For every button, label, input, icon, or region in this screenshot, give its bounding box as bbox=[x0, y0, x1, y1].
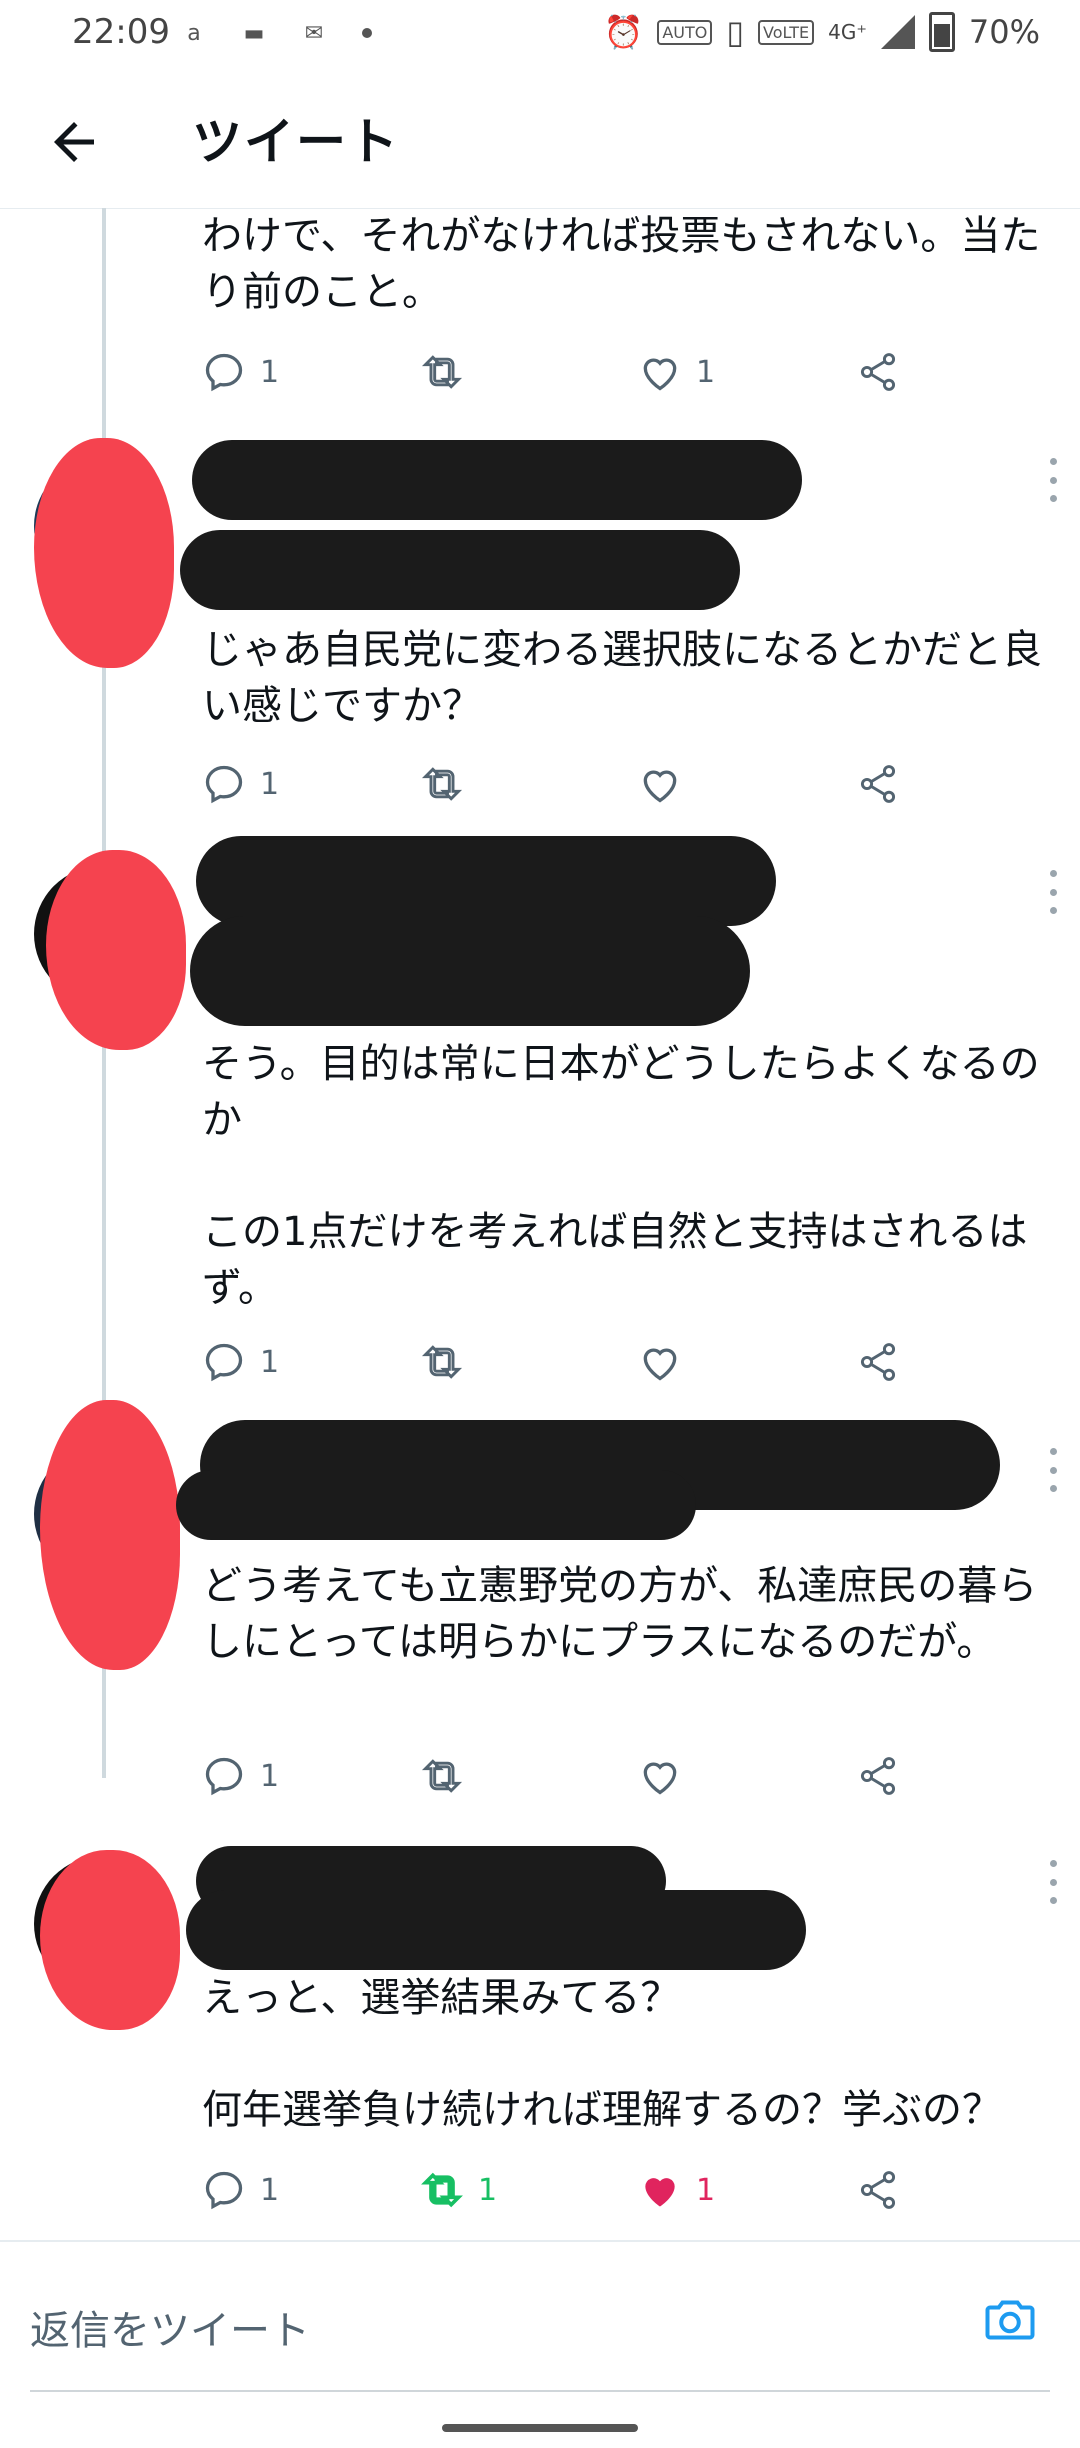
like-button[interactable] bbox=[638, 1750, 696, 1802]
battery-percent: 70% bbox=[968, 13, 1040, 51]
heart-filled-icon bbox=[645, 2178, 675, 2207]
like-button[interactable] bbox=[638, 1336, 696, 1388]
like-button-active[interactable]: 1 bbox=[638, 2164, 715, 2216]
notification-icons: a ▬ ✉ bbox=[176, 16, 372, 50]
like-count: 1 bbox=[696, 2172, 716, 2208]
tweet-text: どう考えても立憲野党の方が、私達庶民の暮らしにとっては明らかにプラスになるのだが… bbox=[202, 1563, 1038, 1665]
more-options-icon[interactable] bbox=[1046, 458, 1060, 502]
battery-icon bbox=[928, 12, 955, 52]
reply-icon bbox=[205, 353, 243, 392]
retweet-button-active[interactable]: 1 bbox=[420, 2164, 497, 2216]
share-icon bbox=[860, 1757, 896, 1795]
avatar-redaction bbox=[40, 1400, 180, 1670]
reply-icon bbox=[205, 765, 243, 804]
retweet-icon bbox=[421, 767, 463, 801]
signal-icon bbox=[880, 15, 915, 49]
retweet-count: 1 bbox=[478, 2172, 498, 2208]
auto-hz-icon: AUTO bbox=[657, 19, 713, 45]
handle-redaction bbox=[190, 916, 750, 1026]
tweet-actions: 1 bbox=[202, 1750, 902, 1802]
reply-count: 1 bbox=[260, 766, 280, 802]
status-bar: 22:09 a ▬ ✉ ⏰ AUTO ▯ VoLTE 4G⁺ 70% bbox=[0, 0, 1080, 72]
vibrate-icon: ▯ bbox=[726, 13, 744, 51]
reply-count: 1 bbox=[260, 354, 280, 390]
share-button[interactable] bbox=[856, 1336, 900, 1388]
share-button[interactable] bbox=[856, 2164, 900, 2216]
volte-icon: VoLTE bbox=[758, 19, 815, 45]
avatar-redaction bbox=[40, 1850, 180, 2030]
handle-redaction bbox=[186, 1890, 806, 1970]
like-button[interactable]: 1 bbox=[638, 346, 715, 398]
avatar-redaction bbox=[46, 850, 186, 1050]
avatar-redaction bbox=[34, 438, 174, 668]
handle-redaction bbox=[180, 530, 740, 610]
heart-icon bbox=[643, 358, 677, 391]
tweet-actions: 1 bbox=[202, 758, 902, 810]
tweet-text: じゃあ自民党に変わる選択肢になるとかだと良い感じですか？ bbox=[202, 627, 1042, 729]
reply-underline bbox=[30, 2390, 1050, 2392]
more-options-icon[interactable] bbox=[1046, 1860, 1060, 1904]
divider bbox=[0, 2240, 1080, 2242]
heart-icon bbox=[643, 770, 677, 803]
reply-input[interactable]: 返信をツイート bbox=[30, 2298, 310, 2356]
network-type: 4G⁺ bbox=[828, 20, 867, 44]
retweet-button[interactable] bbox=[420, 346, 478, 398]
like-count: 1 bbox=[696, 354, 716, 390]
like-button[interactable] bbox=[638, 758, 696, 810]
mail-icon: ✉ bbox=[304, 20, 324, 46]
alarm-icon: ⏰ bbox=[603, 13, 644, 51]
share-icon bbox=[860, 353, 896, 391]
share-button[interactable] bbox=[856, 346, 900, 398]
reply-icon bbox=[205, 1343, 243, 1382]
reply-button[interactable]: 1 bbox=[202, 346, 279, 398]
gesture-home-bar[interactable] bbox=[442, 2424, 638, 2432]
app-notification-icon: ▬ bbox=[243, 20, 265, 46]
reply-count: 1 bbox=[260, 1758, 280, 1794]
tweet-actions: 1 1 bbox=[202, 346, 902, 398]
heart-icon bbox=[643, 1348, 677, 1381]
reply-button[interactable]: 1 bbox=[202, 2164, 279, 2216]
reply-button[interactable]: 1 bbox=[202, 1750, 279, 1802]
share-button[interactable] bbox=[856, 758, 900, 810]
page-title: ツイート bbox=[192, 113, 400, 171]
tweet-text: そう。目的は常に日本がどうしたらよくなるのか この1点だけを考えれば自然と支持は… bbox=[202, 1041, 1040, 1311]
share-icon bbox=[860, 1343, 896, 1381]
retweet-icon bbox=[421, 355, 463, 389]
heart-icon bbox=[643, 1762, 677, 1795]
share-icon bbox=[860, 765, 896, 803]
share-icon bbox=[860, 2171, 896, 2209]
tweet-actions: 1 1 1 bbox=[202, 2164, 902, 2216]
retweet-icon bbox=[421, 1345, 463, 1379]
tweet-text: えっと、選挙結果みてる？ 何年選挙負け続ければ理解するの？学ぶの？ bbox=[202, 1975, 1002, 2133]
username-redaction bbox=[196, 836, 776, 926]
tweet-text: わけで、それがなければ投票もされない。当たり前のこと。 bbox=[202, 213, 1041, 315]
retweet-icon bbox=[421, 1759, 463, 1793]
tweet-actions: 1 bbox=[202, 1336, 902, 1388]
retweet-button[interactable] bbox=[420, 1750, 478, 1802]
camera-icon[interactable] bbox=[980, 2290, 1040, 2350]
reply-icon bbox=[205, 1757, 243, 1796]
more-options-icon[interactable] bbox=[1046, 870, 1060, 914]
system-icons: ⏰ AUTO ▯ VoLTE 4G⁺ 70% bbox=[604, 12, 1040, 52]
more-options-icon[interactable] bbox=[1046, 1448, 1060, 1492]
status-time: 22:09 bbox=[72, 12, 170, 52]
retweet-icon bbox=[421, 2172, 463, 2208]
top-app-bar: ツイート bbox=[0, 72, 1080, 209]
reply-button[interactable]: 1 bbox=[202, 1336, 279, 1388]
share-button[interactable] bbox=[856, 1750, 900, 1802]
retweet-button[interactable] bbox=[420, 758, 478, 810]
reply-count: 1 bbox=[260, 2172, 280, 2208]
username-redaction bbox=[192, 440, 802, 520]
reply-icon bbox=[205, 2171, 243, 2210]
reply-count: 1 bbox=[260, 1344, 280, 1380]
reply-button[interactable]: 1 bbox=[202, 758, 279, 810]
amazon-icon: a bbox=[187, 20, 201, 46]
back-arrow-icon[interactable] bbox=[44, 112, 104, 172]
reply-composer: 返信をツイート bbox=[0, 2270, 1080, 2392]
handle-redaction bbox=[176, 1470, 696, 1540]
retweet-button[interactable] bbox=[420, 1336, 478, 1388]
more-notifications-dot bbox=[362, 28, 372, 38]
